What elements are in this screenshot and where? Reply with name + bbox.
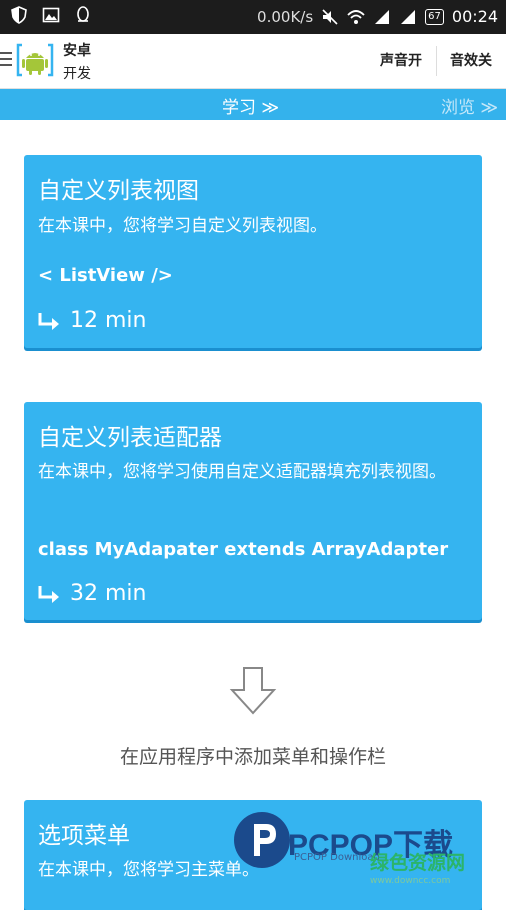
image-icon bbox=[42, 7, 60, 23]
lesson-duration-text: 12 min bbox=[70, 308, 147, 333]
lesson-title: 自定义列表适配器 bbox=[38, 425, 222, 451]
tab-learn[interactable]: 学习 ≫ bbox=[222, 93, 279, 118]
lesson-description: 在本课中，您将学习自定义列表视图。 bbox=[38, 216, 327, 236]
lesson-duration: 32 min bbox=[38, 581, 146, 606]
app-title: 安卓 bbox=[63, 43, 91, 59]
clock: 00:24 bbox=[451, 7, 498, 26]
action-bar-divider bbox=[436, 46, 437, 76]
pcpop-logo-icon bbox=[234, 812, 290, 868]
android-app-icon[interactable] bbox=[16, 42, 54, 78]
lesson-duration: 12 min bbox=[38, 308, 146, 333]
net-speed: 0.00K/s bbox=[257, 7, 314, 26]
action-bar: 安卓 开发 声音开 音效关 bbox=[0, 34, 506, 89]
lesson-title: 选项菜单 bbox=[38, 823, 130, 849]
shield-icon bbox=[11, 6, 27, 24]
effects-toggle-button[interactable]: 音效关 bbox=[450, 50, 492, 70]
lesson-code: < ListView /> bbox=[38, 265, 173, 286]
penguin-icon bbox=[77, 6, 89, 22]
sound-toggle-button[interactable]: 声音开 bbox=[380, 50, 422, 70]
lesson-card[interactable]: 自定义列表视图 在本课中，您将学习自定义列表视图。 < ListView /> … bbox=[24, 155, 482, 348]
watermark-green-text: 绿色资源网 bbox=[370, 852, 466, 874]
watermark-sub: PCPOP Download bbox=[294, 852, 380, 863]
lesson-title: 自定义列表视图 bbox=[38, 178, 199, 204]
tab-strip: 学习 ≫ 浏览 ≫ bbox=[0, 89, 506, 120]
watermark-url: www.downcc.com bbox=[370, 876, 451, 886]
lesson-description: 在本课中，您将学习使用自定义适配器填充列表视图。 bbox=[38, 462, 446, 482]
app-subtitle: 开发 bbox=[63, 66, 91, 82]
lesson-duration-text: 32 min bbox=[70, 581, 147, 606]
arrow-icon bbox=[38, 585, 59, 603]
wifi-icon bbox=[347, 9, 365, 24]
lesson-card[interactable]: 自定义列表适配器 在本课中，您将学习使用自定义适配器填充列表视图。 class … bbox=[24, 402, 482, 620]
signal-icon-1 bbox=[375, 9, 390, 24]
status-bar: 0.00K/s 67 00:24 bbox=[0, 0, 506, 34]
battery-indicator: 67 bbox=[425, 8, 444, 25]
arrow-icon bbox=[38, 312, 59, 330]
watermark: PCPOP下载 PCPOP Download 绿色资源网 www.downcc.… bbox=[232, 808, 502, 900]
tab-browse[interactable]: 浏览 ≫ bbox=[441, 93, 498, 118]
signal-icon-2 bbox=[401, 9, 416, 24]
drawer-menu-icon[interactable] bbox=[0, 52, 12, 66]
mute-icon bbox=[322, 8, 338, 25]
lesson-code: class MyAdapater extends ArrayAdapter bbox=[38, 539, 449, 560]
down-arrow-icon bbox=[229, 667, 277, 715]
section-label: 在应用程序中添加菜单和操作栏 bbox=[119, 746, 386, 768]
